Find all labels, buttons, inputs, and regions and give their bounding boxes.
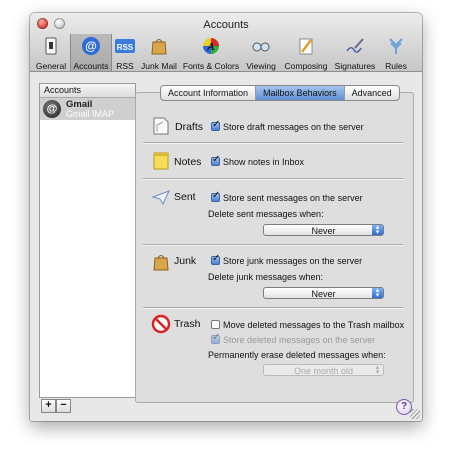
store-sent-checkbox[interactable] [211,190,220,202]
accounts-list-header: Accounts [40,84,135,98]
move-to-trash-label: Move deleted messages to the Trash mailb… [223,320,405,330]
trash-label: Trash [174,318,201,330]
junk-label: Junk [174,255,197,267]
toolbar-rss[interactable]: RSS RSS [112,34,138,71]
preferences-toolbar: General @ Accounts RSS RSS Junk Mail A F… [30,34,422,71]
store-junk-label: Store junk messages on the server [223,256,363,266]
window-title: Accounts [203,19,249,31]
accounts-list[interactable]: Accounts @ Gmail Gmail IMAP [39,83,136,398]
popup-arrows-icon: ▴ ▾ [372,224,383,236]
show-notes-label: Show notes in Inbox [223,157,305,167]
glasses-icon [252,42,270,52]
sent-icon [151,190,170,206]
account-row-gmail[interactable]: @ Gmail Gmail IMAP [40,98,135,120]
remove-account-button[interactable]: − [56,399,71,413]
account-avatar: @ [43,100,61,118]
junk-icon [153,255,169,271]
section-divider [143,178,403,180]
toolbar-label: Junk Mail [141,61,177,71]
toolbar-label: Accounts [73,61,109,71]
notes-icon [153,152,169,170]
pencil-icon [299,38,313,55]
toolbar-composing[interactable]: Composing [283,34,329,71]
svg-text:@: @ [85,39,97,53]
section-divider [143,244,403,246]
erase-deleted-label: Permanently erase deleted messages when: [208,350,386,360]
rules-icon [389,38,403,54]
section-divider [143,307,403,309]
tab-account-information[interactable]: Account Information [161,86,257,100]
toolbar-label: Fonts & Colors [182,61,240,71]
light-switch-icon [45,37,57,55]
svg-text:RSS: RSS [117,43,134,52]
store-drafts-checkbox[interactable] [211,119,220,131]
store-deleted-checkbox[interactable] [211,332,220,344]
title-bar: Accounts General @ Accounts RSS RSS Junk… [30,13,422,72]
drafts-label: Drafts [175,121,204,133]
erase-deleted-value: One month old [293,366,354,376]
preferences-window: Accounts General @ Accounts RSS RSS Junk… [30,13,422,421]
delete-sent-popup[interactable]: Never ▴ ▾ [263,224,384,236]
account-tabs: Account Information Mailbox Behaviors Ad… [160,85,400,101]
toolbar-general[interactable]: General [32,34,70,71]
tab-advanced[interactable]: Advanced [345,86,399,100]
store-drafts-label: Store draft messages on the server [223,122,364,132]
toolbar-label: Composing [284,61,328,71]
toolbar-junk-mail[interactable]: Junk Mail [139,34,179,71]
at-sign-icon: @ [82,37,100,55]
fonts-colors-icon: A [203,38,219,54]
junk-bag-icon [151,39,167,55]
show-notes-checkbox[interactable] [211,154,220,166]
section-divider [143,142,403,144]
pen-signature-icon [346,38,364,53]
toolbar-signatures[interactable]: Signatures [330,34,380,71]
drafts-icon [153,117,169,135]
svg-text:A: A [206,41,214,53]
delete-sent-value: Never [311,226,336,236]
delete-junk-value: Never [311,289,336,299]
toolbar-label: Signatures [334,61,376,71]
toolbar-viewing[interactable]: Viewing [244,34,278,71]
store-deleted-label: Store deleted messages on the server [223,335,376,345]
toolbar-label: RSS [116,61,134,71]
toolbar-label: Rules [385,61,407,71]
store-junk-checkbox[interactable] [211,253,220,265]
popup-arrows-icon: ▴ ▾ [372,287,383,299]
notes-label: Notes [174,156,202,168]
delete-junk-label: Delete junk messages when: [208,272,324,282]
store-sent-label: Store sent messages on the server [223,193,363,203]
account-type: Gmail IMAP [66,109,115,119]
add-account-button[interactable]: + [41,399,56,413]
toolbar-label: General [35,61,67,71]
move-to-trash-checkbox[interactable] [211,320,220,329]
resize-grip[interactable] [410,409,420,419]
delete-sent-label: Delete sent messages when: [208,209,324,219]
popup-arrows-icon: ▴ ▾ [375,364,380,376]
erase-deleted-popup[interactable]: One month old ▴ ▾ [263,364,384,376]
no-entry-icon [151,314,171,334]
toolbar-accounts[interactable]: @ Accounts [70,34,112,71]
rss-icon: RSS [115,39,135,53]
toolbar-fonts-colors[interactable]: A Fonts & Colors [182,34,240,71]
delete-junk-popup[interactable]: Never ▴ ▾ [263,287,384,299]
tab-mailbox-behaviors[interactable]: Mailbox Behaviors [256,86,345,100]
toolbar-label: Viewing [246,61,276,71]
sent-label: Sent [174,191,196,203]
toolbar-rules[interactable]: Rules [382,34,410,71]
